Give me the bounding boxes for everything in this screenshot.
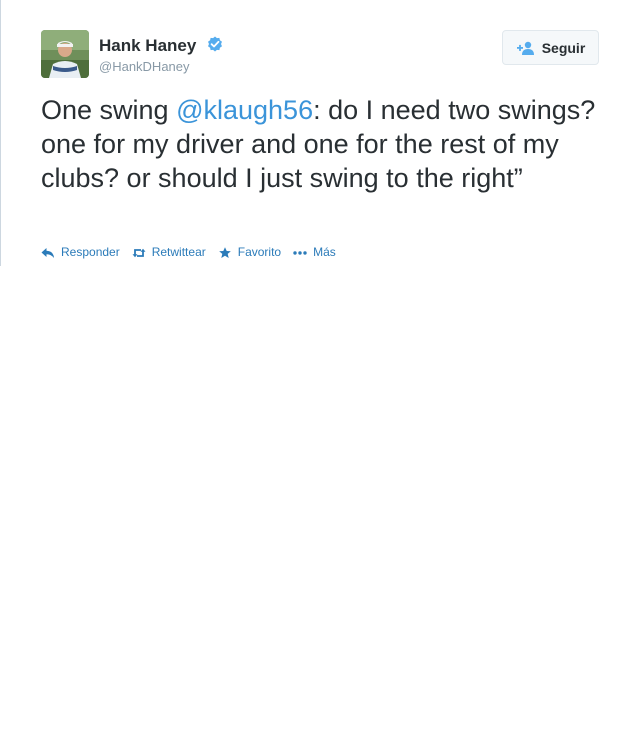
avatar[interactable]: [41, 30, 89, 78]
tweet-actions: Responder Retwittear Favorito Más: [41, 244, 348, 260]
reply-icon: [41, 246, 55, 258]
reply-action[interactable]: Responder: [41, 245, 120, 259]
reply-label: Responder: [61, 245, 120, 259]
add-person-icon: [516, 41, 536, 55]
follow-button[interactable]: Seguir: [502, 30, 599, 65]
favorite-action[interactable]: Favorito: [218, 245, 281, 259]
user-display-name[interactable]: Hank Haney: [99, 36, 196, 56]
retweet-icon: [132, 246, 146, 258]
favorite-label: Favorito: [237, 245, 282, 259]
tweet-text-before: One swing: [41, 95, 177, 125]
verified-badge-icon: [207, 36, 223, 52]
tweet-mention-link[interactable]: @klaugh56: [176, 95, 313, 125]
more-label: Más: [313, 245, 336, 259]
more-dots-icon: [293, 246, 307, 258]
follow-button-label: Seguir: [541, 39, 586, 56]
retweet-label: Retwittear: [151, 245, 206, 259]
more-action[interactable]: Más: [293, 245, 336, 259]
user-handle[interactable]: @HankDHaney: [99, 59, 190, 74]
retweet-action[interactable]: Retwittear: [132, 245, 206, 259]
tweet-text: One swing @klaugh56: do I need two swing…: [41, 93, 621, 195]
tweet-card: Hank Haney @HankDHaney Seguir One swing …: [0, 0, 639, 266]
star-icon: [218, 246, 232, 258]
